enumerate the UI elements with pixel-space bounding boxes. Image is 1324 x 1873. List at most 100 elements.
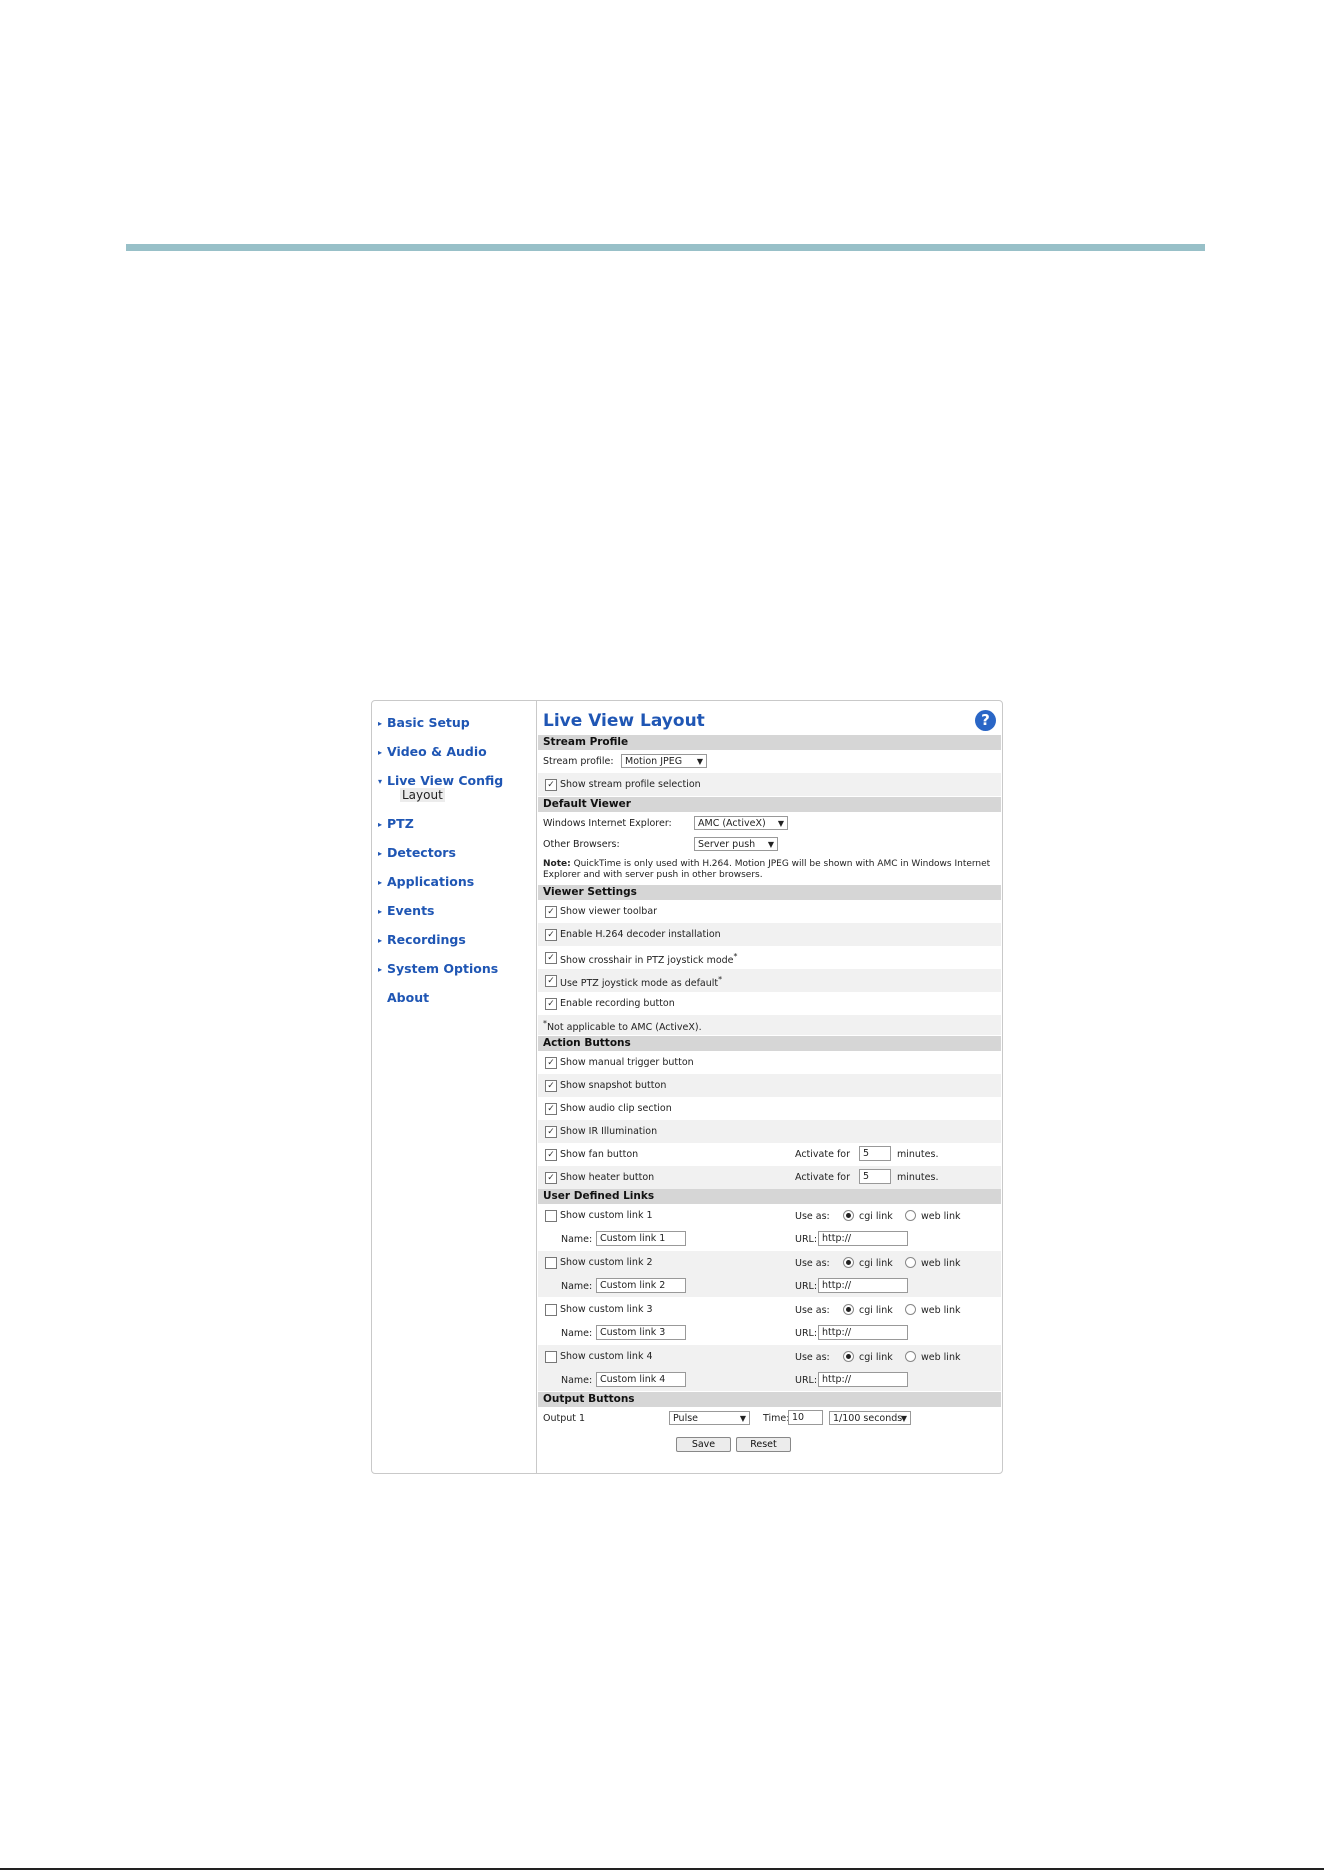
audio-clip-checkbox[interactable]: ✓ xyxy=(545,1103,557,1115)
help-icon[interactable]: ? xyxy=(975,710,996,731)
header-rule xyxy=(126,244,1205,251)
chevron-right-icon: ▸ xyxy=(378,936,383,945)
chevron-right-icon: ▸ xyxy=(378,849,383,858)
chevron-right-icon: ▸ xyxy=(378,965,383,974)
custom-link-1-checkbox[interactable] xyxy=(545,1210,557,1222)
nav-events[interactable]: ▸ Events xyxy=(378,903,434,918)
section-action-buttons: Action Buttons xyxy=(538,1036,1001,1051)
page-title: Live View Layout xyxy=(543,711,705,731)
web-link-radio[interactable] xyxy=(905,1210,916,1221)
config-window: ▸ Basic Setup ▸ Video & Audio ▾ Live View C… xyxy=(371,700,1003,1474)
custom-link-1-url-input[interactable]: http:// xyxy=(818,1231,908,1246)
output-row: Output 1 Pulse ▼ Time: 10 1/100 seconds ▼ xyxy=(538,1407,1001,1430)
custom-link-row: Show custom link 1 Use as: cgi link web … xyxy=(538,1204,1001,1250)
viewer-setting-row: ✓ Enable recording button xyxy=(538,992,1001,1015)
cgi-link-radio[interactable] xyxy=(843,1210,854,1221)
manual-trigger-checkbox[interactable]: ✓ xyxy=(545,1057,557,1069)
h264-decoder-checkbox[interactable]: ✓ xyxy=(545,929,557,941)
fan-button-checkbox[interactable]: ✓ xyxy=(545,1149,557,1161)
custom-link-4-checkbox[interactable] xyxy=(545,1351,557,1363)
custom-link-2-url-input[interactable]: http:// xyxy=(818,1278,908,1293)
cgi-link-radio[interactable] xyxy=(843,1257,854,1268)
section-default-viewer: Default Viewer xyxy=(538,797,1001,812)
chevron-right-icon: ▸ xyxy=(378,907,383,916)
custom-link-1-name-input[interactable]: Custom link 1 xyxy=(596,1231,686,1246)
nav-basic-setup[interactable]: ▸ Basic Setup xyxy=(378,715,470,730)
fan-minutes-input[interactable]: 5 xyxy=(859,1146,891,1161)
chevron-down-icon: ▼ xyxy=(696,757,703,766)
stream-profile-row: Stream profile: Motion JPEG ▼ xyxy=(538,750,1001,773)
viewer-setting-row: ✓ Show crosshair in PTZ joystick mode* xyxy=(538,946,1001,969)
chevron-right-icon: ▸ xyxy=(378,878,383,887)
custom-link-2-checkbox[interactable] xyxy=(545,1257,557,1269)
section-stream-profile: Stream Profile xyxy=(538,735,1001,750)
viewer-setting-row: ✓ Show viewer toolbar xyxy=(538,900,1001,923)
nav-about[interactable]: About xyxy=(378,990,429,1005)
action-row: ✓ Show IR Illumination xyxy=(538,1120,1001,1143)
custom-link-row: Show custom link 2 Use as: cgi link web … xyxy=(538,1251,1001,1297)
custom-link-row: Show custom link 4 Use as: cgi link web … xyxy=(538,1345,1001,1391)
viewer-toolbar-checkbox[interactable]: ✓ xyxy=(545,906,557,918)
custom-link-2-name-input[interactable]: Custom link 2 xyxy=(596,1278,686,1293)
other-viewer-row: Other Browsers: Server push ▼ xyxy=(538,833,1001,856)
other-viewer-select[interactable]: Server push ▼ xyxy=(694,837,778,851)
main-content: Live View Layout ? Stream Profile Stream… xyxy=(538,701,1001,1473)
ir-illumination-checkbox[interactable]: ✓ xyxy=(545,1126,557,1138)
custom-link-4-url-input[interactable]: http:// xyxy=(818,1372,908,1387)
ie-viewer-row: Windows Internet Explorer: AMC (ActiveX)… xyxy=(538,812,1001,835)
nav-ptz[interactable]: ▸ PTZ xyxy=(378,816,414,831)
joystick-default-checkbox[interactable]: ✓ xyxy=(545,975,557,987)
show-stream-profile-row: ✓ Show stream profile selection xyxy=(538,773,1001,796)
section-viewer-settings: Viewer Settings xyxy=(538,885,1001,900)
snapshot-checkbox[interactable]: ✓ xyxy=(545,1080,557,1092)
nav-detectors[interactable]: ▸ Detectors xyxy=(378,845,456,860)
ie-viewer-select[interactable]: AMC (ActiveX) ▼ xyxy=(694,816,788,830)
nav-applications[interactable]: ▸ Applications xyxy=(378,874,474,889)
custom-link-3-checkbox[interactable] xyxy=(545,1304,557,1316)
chevron-down-icon: ▾ xyxy=(378,777,383,786)
nav-recordings[interactable]: ▸ Recordings xyxy=(378,932,466,947)
chevron-down-icon: ▼ xyxy=(767,840,774,849)
custom-link-3-name-input[interactable]: Custom link 3 xyxy=(596,1325,686,1340)
viewer-footnote-row: *Not applicable to AMC (ActiveX). xyxy=(538,1015,1001,1035)
output-time-input[interactable]: 10 xyxy=(788,1410,823,1425)
web-link-radio[interactable] xyxy=(905,1351,916,1362)
chevron-down-icon: ▼ xyxy=(777,819,784,828)
footer-rule xyxy=(0,1868,1324,1870)
web-link-radio[interactable] xyxy=(905,1304,916,1315)
crosshair-checkbox[interactable]: ✓ xyxy=(545,952,557,964)
nav-live-view-config[interactable]: ▾ Live View Config xyxy=(378,773,503,788)
heater-minutes-input[interactable]: 5 xyxy=(859,1169,891,1184)
section-user-links: User Defined Links xyxy=(538,1189,1001,1204)
nav-layout[interactable]: Layout xyxy=(400,788,445,802)
chevron-down-icon: ▼ xyxy=(739,1414,746,1423)
action-row: ✓ Show audio clip section xyxy=(538,1097,1001,1120)
nav-system-options[interactable]: ▸ System Options xyxy=(378,961,498,976)
output-mode-select[interactable]: Pulse ▼ xyxy=(669,1411,750,1425)
custom-link-3-url-input[interactable]: http:// xyxy=(818,1325,908,1340)
stream-profile-label: Stream profile: xyxy=(543,756,614,767)
sidebar-nav: ▸ Basic Setup ▸ Video & Audio ▾ Live View C… xyxy=(372,701,537,1473)
action-row: ✓ Show snapshot button xyxy=(538,1074,1001,1097)
chevron-right-icon: ▸ xyxy=(378,748,383,757)
action-row: ✓ Show manual trigger button xyxy=(538,1051,1001,1074)
stream-profile-select[interactable]: Motion JPEG ▼ xyxy=(621,754,707,768)
custom-link-4-name-input[interactable]: Custom link 4 xyxy=(596,1372,686,1387)
nav-video-audio[interactable]: ▸ Video & Audio xyxy=(378,744,487,759)
cgi-link-radio[interactable] xyxy=(843,1351,854,1362)
action-row: ✓ Show heater button Activate for 5 minut… xyxy=(538,1166,1001,1189)
cgi-link-radio[interactable] xyxy=(843,1304,854,1315)
reset-button[interactable]: Reset xyxy=(736,1437,791,1452)
save-button[interactable]: Save xyxy=(676,1437,731,1452)
section-output-buttons: Output Buttons xyxy=(538,1392,1001,1407)
viewer-setting-row: ✓ Enable H.264 decoder installation xyxy=(538,923,1001,946)
output-unit-select[interactable]: 1/100 seconds ▼ xyxy=(829,1411,911,1425)
heater-button-checkbox[interactable]: ✓ xyxy=(545,1172,557,1184)
recording-button-checkbox[interactable]: ✓ xyxy=(545,998,557,1010)
viewer-setting-row: ✓ Use PTZ joystick mode as default* xyxy=(538,969,1001,992)
chevron-right-icon: ▸ xyxy=(378,719,383,728)
show-stream-profile-checkbox[interactable]: ✓ xyxy=(545,779,557,791)
web-link-radio[interactable] xyxy=(905,1257,916,1268)
custom-link-row: Show custom link 3 Use as: cgi link web … xyxy=(538,1298,1001,1344)
chevron-right-icon: ▸ xyxy=(378,820,383,829)
